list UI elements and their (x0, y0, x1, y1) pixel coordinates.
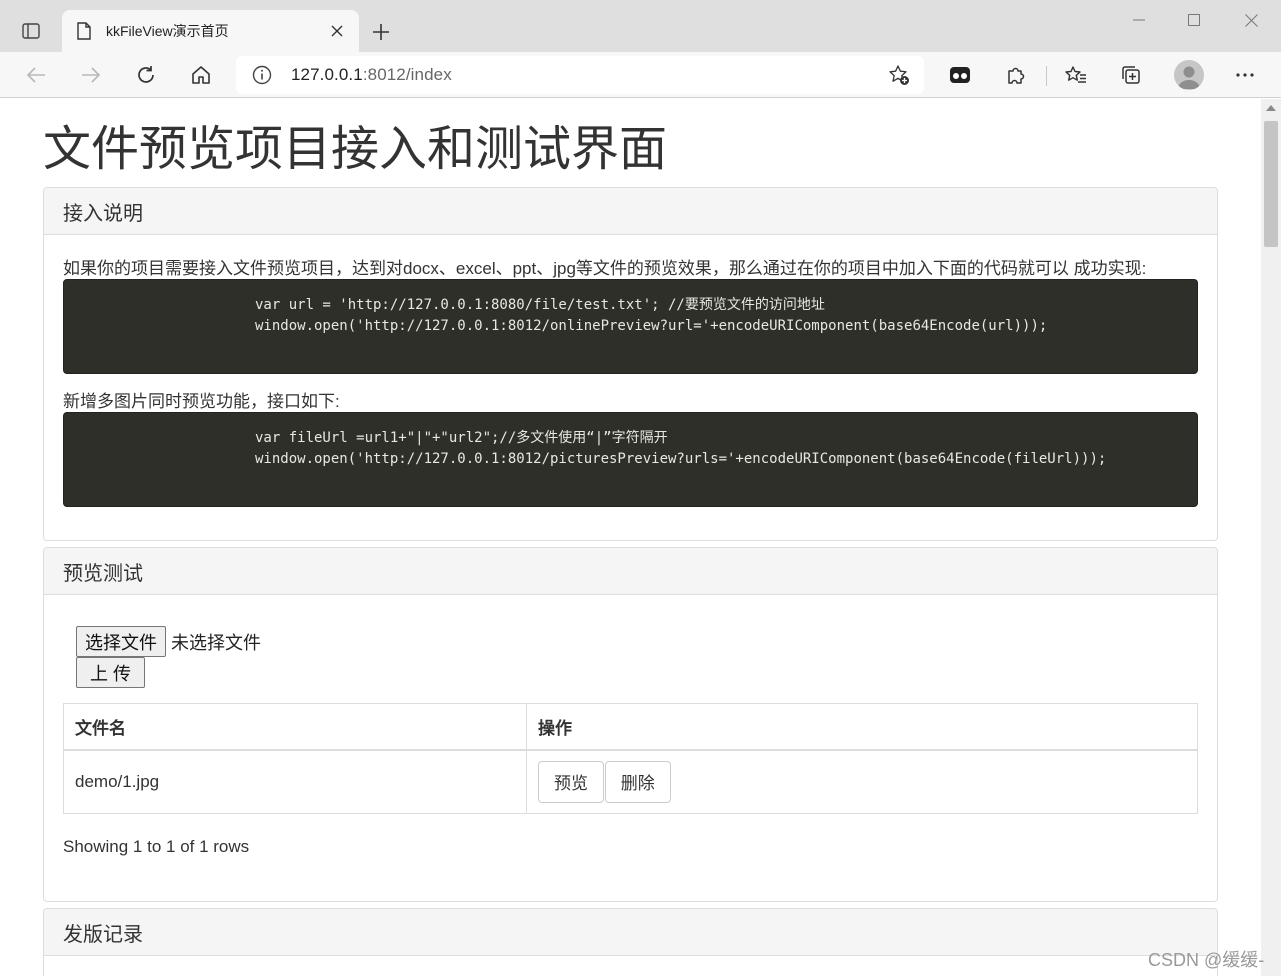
code-line: var fileUrl =url1+"|"+"url2";//多文件使用“|”字… (255, 430, 668, 446)
cell-filename: demo/1.jpg (63, 749, 527, 814)
tab-title: kkFileView演示首页 (106, 23, 229, 39)
back-button[interactable] (20, 59, 52, 91)
code-line: window.open('http://127.0.0.1:8012/pictu… (255, 451, 1107, 467)
address-host: 127.0.0.1 (291, 65, 363, 84)
more-icon (1236, 73, 1254, 77)
home-icon (192, 66, 210, 84)
tab-actions-icon (22, 23, 40, 39)
page-viewport: 文件预览项目接入和测试界面 接入说明 如果你的项目需要接入文件预览项目，达到对d… (0, 99, 1261, 976)
vertical-scrollbar[interactable] (1261, 99, 1281, 976)
code-block-multi: var fileUrl =url1+"|"+"url2";//多文件使用“|”字… (63, 412, 1198, 507)
forward-arrow-icon (82, 67, 101, 83)
user-icon (1178, 66, 1200, 89)
back-arrow-icon (26, 67, 45, 83)
refresh-button[interactable] (130, 59, 162, 91)
multi-image-intro: 新增多图片同时预览功能，接口如下: (63, 392, 340, 411)
close-icon (1244, 13, 1258, 27)
watermark: CSDN @缓缓- (1148, 950, 1265, 970)
maximize-button[interactable] (1171, 6, 1217, 34)
collections-icon (1122, 66, 1140, 84)
settings-more-button[interactable] (1229, 59, 1261, 91)
add-favorite-icon[interactable] (888, 64, 910, 86)
table-header-row: 文件名 操作 (63, 703, 1198, 751)
forward-button[interactable] (75, 59, 107, 91)
maximize-icon (1188, 14, 1200, 26)
file-status: 未选择文件 (171, 632, 261, 653)
toolbar-separator (1046, 66, 1047, 86)
integration-intro: 如果你的项目需要接入文件预览项目，达到对docx、excel、ppt、jpg等文… (63, 259, 1147, 278)
code-line: var url = 'http://127.0.0.1:8080/file/te… (255, 297, 825, 313)
tab-actions-button[interactable] (14, 18, 48, 44)
upload-button[interactable]: 上 传 (76, 657, 145, 688)
minimize-icon (1133, 19, 1145, 21)
home-button[interactable] (185, 59, 217, 91)
extension-icon (950, 67, 970, 83)
favorites-button[interactable] (1060, 59, 1092, 91)
integration-panel: 接入说明 如果你的项目需要接入文件预览项目，达到对docx、excel、ppt、… (43, 187, 1218, 541)
choose-file-button[interactable]: 选择文件 (76, 626, 166, 657)
favorites-icon (1065, 66, 1086, 83)
release-panel: 发版记录 (43, 908, 1218, 976)
minimize-button[interactable] (1116, 6, 1162, 34)
file-input: 选择文件 未选择文件 (76, 626, 261, 657)
site-info-icon[interactable] (252, 65, 272, 85)
refresh-icon (138, 66, 154, 83)
puzzle-icon (1008, 67, 1025, 84)
browser-tab[interactable]: kkFileView演示首页 (62, 10, 359, 52)
pagination-info: Showing 1 to 1 of 1 rows (63, 837, 250, 856)
address-path: :8012/index (362, 65, 452, 84)
extension-button[interactable] (944, 59, 976, 91)
address-url: 127.0.0.1:8012/index (291, 65, 452, 85)
cell-actions: 预览 删除 (526, 749, 1198, 814)
new-tab-button[interactable] (366, 18, 396, 46)
file-table: 文件名 操作 demo/1.jpg 预览 删除 (63, 703, 1198, 814)
tab-bar: kkFileView演示首页 (0, 0, 1281, 52)
page-icon (76, 21, 92, 41)
table-row: demo/1.jpg 预览 删除 (63, 749, 1198, 814)
plus-icon (373, 24, 389, 40)
close-window-button[interactable] (1228, 6, 1274, 34)
column-header-filename: 文件名 (63, 703, 527, 751)
release-panel-heading: 发版记录 (44, 909, 1217, 956)
address-bar[interactable]: 127.0.0.1:8012/index (236, 56, 924, 94)
close-tab-icon[interactable] (327, 21, 347, 41)
profile-avatar[interactable] (1174, 60, 1204, 90)
delete-button[interactable]: 删除 (604, 760, 671, 803)
test-panel: 预览测试 选择文件 未选择文件 上 传 文件名 操作 demo/1.jpg 预览… (43, 547, 1218, 902)
page-title: 文件预览项目接入和测试界面 (43, 123, 668, 176)
preview-button[interactable]: 预览 (538, 760, 604, 803)
scroll-up-arrow[interactable] (1266, 105, 1276, 111)
browser-toolbar: 127.0.0.1:8012/index (0, 52, 1281, 98)
column-header-actions: 操作 (526, 703, 1198, 751)
integration-panel-heading: 接入说明 (44, 188, 1217, 235)
collections-button[interactable] (1115, 59, 1147, 91)
scrollbar-thumb[interactable] (1264, 121, 1278, 247)
code-block-single: var url = 'http://127.0.0.1:8080/file/te… (63, 279, 1198, 374)
test-panel-heading: 预览测试 (44, 548, 1217, 595)
code-line: window.open('http://127.0.0.1:8012/onlin… (255, 318, 1048, 334)
extensions-menu-button[interactable] (1000, 59, 1032, 91)
